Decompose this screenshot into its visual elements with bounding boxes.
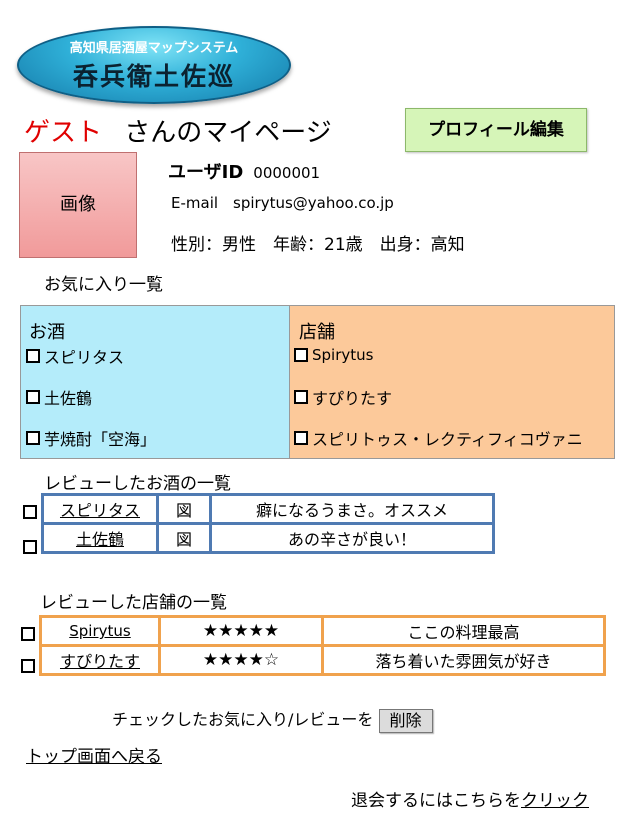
review-sake-name[interactable]: スピリタス <box>41 493 159 525</box>
withdraw-row: 退会するにはこちらをクリック <box>351 786 589 811</box>
delete-button[interactable]: 削除 <box>378 708 433 733</box>
review-comment: ここの料理最高 <box>321 615 606 647</box>
page-title-suffix: さんのマイページ <box>124 118 332 148</box>
favorite-store-item: スピリトゥス・レクティフィコヴァニ <box>294 426 583 450</box>
review-figure: 図 <box>156 522 212 554</box>
review-checkbox[interactable] <box>23 540 37 554</box>
user-id-value: 0000001 <box>253 164 321 182</box>
review-checkbox[interactable] <box>21 627 35 641</box>
favorite-checkbox[interactable] <box>294 390 308 404</box>
avatar: 画像 <box>19 152 137 258</box>
favorite-store-item: すぴりたす <box>294 385 392 409</box>
review-checkbox[interactable] <box>23 505 37 519</box>
review-figure: 図 <box>156 493 212 525</box>
favorites-store-heading: 店舗 <box>299 322 335 343</box>
delete-prompt: チェックしたお気に入り/レビューを <box>112 710 374 729</box>
review-sake-name[interactable]: 土佐鶴 <box>41 522 159 554</box>
review-comment: 落ち着いた雰囲気が好き <box>321 644 606 676</box>
app-logo[interactable]: 高知県居酒屋マップシステム 呑兵衛土佐巡 <box>17 26 291 104</box>
profile-details: 性別：男性 年齢：21歳 出身：高知 <box>171 235 465 255</box>
favorite-sake-item: スピリタス <box>26 344 124 368</box>
table-row: スピリタス 図 癖になるうまさ。オススメ <box>41 493 495 525</box>
edit-profile-button[interactable]: プロフィール編集 <box>405 108 587 152</box>
table-row: 土佐鶴 図 あの辛さが良い！ <box>41 522 495 554</box>
favorite-checkbox[interactable] <box>26 349 40 363</box>
favorites-store-column: 店舗 Spirytus すぴりたす スピリトゥス・レクティフィコヴァニ <box>289 306 614 458</box>
withdraw-link[interactable]: クリック <box>521 791 589 811</box>
user-id-label: ユーザID <box>168 162 244 183</box>
delete-row: チェックしたお気に入り/レビューを 削除 <box>112 706 433 733</box>
favorites-heading: お気に入り一覧 <box>44 275 163 295</box>
review-store-name[interactable]: Spirytus <box>39 615 161 647</box>
review-rating: ★★★★☆ <box>158 644 324 676</box>
review-comment: あの辛さが良い！ <box>209 522 495 554</box>
review-checkbox[interactable] <box>21 659 35 673</box>
sake-reviews-heading: レビューしたお酒の一覧 <box>44 474 231 494</box>
store-reviews-heading: レビューした店舗の一覧 <box>40 593 227 613</box>
favorite-checkbox[interactable] <box>26 390 40 404</box>
favorite-checkbox[interactable] <box>294 348 308 362</box>
favorites-sake-heading: お酒 <box>29 322 65 343</box>
email-line: E-mail spirytus@yahoo.co.jp <box>171 194 394 212</box>
logo-subtitle: 高知県居酒屋マップシステム <box>69 41 239 56</box>
sake-reviews-table: スピリタス 図 癖になるうまさ。オススメ 土佐鶴 図 あの辛さが良い！ <box>41 493 495 554</box>
favorites-sake-column: お酒 スピリタス 土佐鶴 芋焼酎「空海」 <box>21 306 289 458</box>
user-id-row: ユーザID 0000001 <box>168 158 320 184</box>
back-to-top-link[interactable]: トップ画面へ戻る <box>26 742 162 767</box>
review-store-name[interactable]: すぴりたす <box>39 644 161 676</box>
favorite-store-item: Spirytus <box>294 346 373 364</box>
table-row: Spirytus ★★★★★ ここの料理最高 <box>39 615 606 647</box>
review-comment: 癖になるうまさ。オススメ <box>209 493 495 525</box>
store-reviews-table: Spirytus ★★★★★ ここの料理最高 すぴりたす ★★★★☆ 落ち着いた… <box>39 615 606 676</box>
user-name: ゲスト <box>24 118 103 148</box>
favorites-panel: お酒 スピリタス 土佐鶴 芋焼酎「空海」 店舗 Spirytus すぴりたす ス… <box>20 305 615 459</box>
review-rating: ★★★★★ <box>158 615 324 647</box>
page-title: ゲスト さんのマイページ <box>24 112 332 149</box>
withdraw-text: 退会するにはこちらを <box>351 791 521 811</box>
favorite-checkbox[interactable] <box>294 431 308 445</box>
logo-name: 呑兵衛土佐巡 <box>72 62 235 91</box>
favorite-checkbox[interactable] <box>26 431 40 445</box>
favorite-sake-item: 土佐鶴 <box>26 385 92 409</box>
table-row: すぴりたす ★★★★☆ 落ち着いた雰囲気が好き <box>39 644 606 676</box>
favorite-sake-item: 芋焼酎「空海」 <box>26 426 156 450</box>
